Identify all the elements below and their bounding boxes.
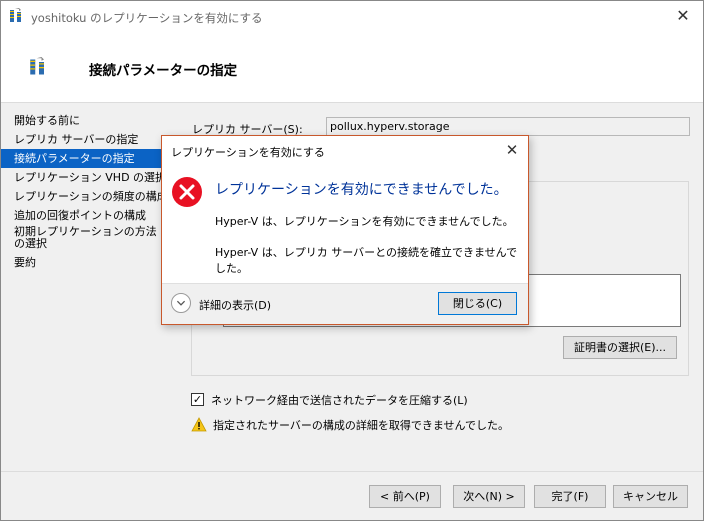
dialog-title: レプリケーションを有効にする	[171, 146, 325, 159]
compress-checkbox[interactable]: ✓	[191, 393, 204, 406]
error-icon	[172, 177, 202, 207]
nav-item-connection-params[interactable]: 接続パラメーターの指定	[1, 149, 166, 168]
warning-icon	[191, 417, 207, 432]
title-bar: yoshitoku のレプリケーションを有効にする ✕	[1, 1, 703, 33]
chevron-down-icon[interactable]	[171, 293, 191, 313]
dialog-main-instruction: レプリケーションを有効にできませんでした。	[215, 182, 508, 198]
wizard-footer: < 前へ(P) 次へ(N) > 完了(F) キャンセル	[1, 471, 703, 521]
wizard-nav: 開始する前に レプリカ サーバーの指定 接続パラメーターの指定 レプリケーション…	[1, 111, 168, 272]
cancel-button[interactable]: キャンセル	[613, 485, 688, 508]
dialog-message-2: Hyper-V は、レプリカ サーバーとの接続を確立できませんでした。	[215, 246, 518, 275]
dialog-close-icon[interactable]: ✕	[502, 140, 522, 160]
next-button[interactable]: 次へ(N) >	[453, 485, 525, 508]
nav-item-summary[interactable]: 要約	[1, 253, 166, 272]
close-icon[interactable]: ✕	[671, 5, 695, 27]
window-title: yoshitoku のレプリケーションを有効にする	[31, 11, 263, 25]
nav-item-vhd[interactable]: レプリケーション VHD の選択	[1, 168, 166, 187]
hyperv-replica-icon	[30, 57, 44, 75]
dialog-message-1: Hyper-V は、レプリケーションを有効にできませんでした。	[215, 215, 514, 228]
page-title: 接続パラメーターの指定	[89, 63, 238, 79]
dialog-footer: 詳細の表示(D) 閉じる(C)	[162, 283, 528, 324]
nav-item-frequency[interactable]: レプリケーションの頻度の構成	[1, 187, 168, 206]
error-dialog: レプリケーションを有効にする ✕ レプリケーションを有効にできませんでした。 H…	[161, 135, 529, 325]
show-details-label[interactable]: 詳細の表示(D)	[199, 297, 271, 313]
warning-text: 指定されたサーバーの構成の詳細を取得できませんでした。	[213, 419, 510, 432]
page-header: 接続パラメーターの指定	[1, 33, 703, 103]
finish-button[interactable]: 完了(F)	[534, 485, 606, 508]
nav-item-before-you-begin[interactable]: 開始する前に	[1, 111, 166, 130]
nav-item-recovery-points[interactable]: 追加の回復ポイントの構成	[1, 206, 166, 225]
previous-button[interactable]: < 前へ(P)	[369, 485, 441, 508]
select-certificate-button[interactable]: 証明書の選択(E)...	[563, 336, 677, 359]
nav-item-replica-server[interactable]: レプリカ サーバーの指定	[1, 130, 166, 149]
dialog-close-button[interactable]: 閉じる(C)	[438, 292, 517, 315]
replica-server-field: pollux.hyperv.storage	[326, 117, 690, 136]
compress-label[interactable]: ネットワーク経由で送信されたデータを圧縮する(L)	[211, 392, 468, 408]
hyperv-replica-icon	[10, 8, 21, 22]
nav-item-initial-replication[interactable]: 初期レプリケーションの方法の選択	[1, 225, 161, 253]
